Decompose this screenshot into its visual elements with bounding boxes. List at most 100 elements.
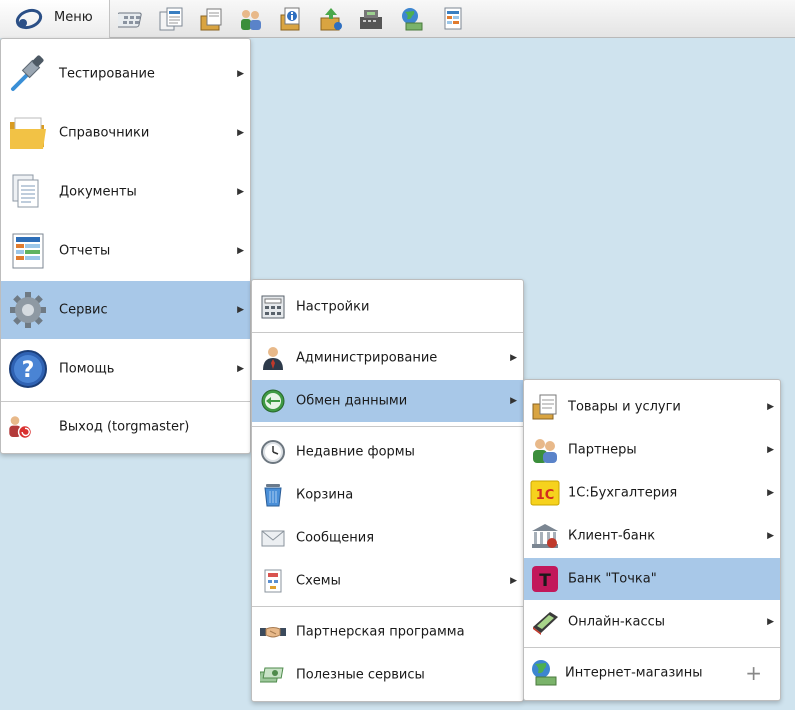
spreadsheet-icon[interactable]	[440, 6, 466, 32]
menu-separator	[252, 332, 523, 333]
data-exchange-submenu: Товары и услуги ▶ Партнеры ▶ 1С 1С:Бухга…	[523, 379, 781, 701]
goods-icon	[532, 394, 557, 420]
dropper-icon	[11, 55, 44, 91]
box-document-icon[interactable]	[198, 6, 224, 32]
submenu-arrow-icon: ▶	[237, 305, 244, 315]
service-item-label: Полезные сервисы	[296, 667, 425, 683]
top-toolbar: Меню	[0, 0, 795, 38]
one-c-icon: 1С	[530, 480, 560, 506]
service-submenu: Настройки Администрирование ▶ Обмен данн…	[251, 279, 524, 702]
main-menu-button[interactable]: Меню	[0, 0, 110, 38]
submenu-arrow-icon: ▶	[767, 531, 774, 541]
logout-user-icon	[9, 416, 33, 440]
submenu-arrow-icon: ▶	[767, 617, 774, 627]
service-item-label: Недавние формы	[296, 444, 415, 460]
main-menu-item-label: Тестирование	[59, 66, 155, 82]
main-menu-item-label: Выход (torgmaster)	[59, 419, 190, 435]
exchange-item-tochka-bank[interactable]: T Банк "Точка"	[524, 558, 780, 600]
tochka-bank-icon-text: T	[539, 571, 551, 591]
exchange-item-partners[interactable]: Партнеры ▶	[524, 429, 780, 471]
main-menu-item-service[interactable]: Сервис ▶	[1, 281, 250, 339]
clock-icon	[261, 440, 285, 464]
main-menu-item-references[interactable]: Справочники ▶	[1, 104, 250, 162]
exchange-item-online-stores[interactable]: Интернет-магазины +	[524, 652, 780, 694]
submenu-arrow-icon: ▶	[237, 128, 244, 138]
service-item-label: Сообщения	[296, 530, 375, 546]
service-item-partner-program[interactable]: Партнерская программа	[252, 611, 523, 653]
exchange-item-label: Партнеры	[568, 442, 637, 458]
exchange-item-label: 1С:Бухгалтерия	[568, 485, 678, 501]
menu-separator	[1, 401, 250, 402]
main-menu-label: Меню	[54, 10, 93, 25]
money-tools-icon	[260, 667, 284, 683]
exchange-item-label: Клиент-банк	[568, 528, 656, 544]
settings-panel-icon	[261, 295, 285, 319]
service-item-messages[interactable]: Сообщения	[252, 517, 523, 559]
exchange-item-label: Онлайн-кассы	[568, 614, 666, 630]
bank-icon	[532, 524, 558, 548]
submenu-arrow-icon: ▶	[237, 187, 244, 197]
submenu-arrow-icon: ▶	[237, 246, 244, 256]
main-menu-item-reports[interactable]: Отчеты ▶	[1, 222, 250, 280]
service-item-useful-services[interactable]: Полезные сервисы	[252, 654, 523, 696]
submenu-arrow-icon: ▶	[510, 396, 517, 406]
globe-money-icon[interactable]	[398, 6, 424, 32]
one-c-icon-text: 1С	[536, 488, 555, 503]
service-item-label: Схемы	[296, 573, 341, 589]
cash-register-icon[interactable]	[358, 6, 384, 32]
help-icon: ?	[9, 350, 47, 388]
folder-icon	[10, 117, 46, 149]
main-menu: Тестирование ▶ Справочники ▶ Документы ▶…	[0, 38, 251, 454]
report-icon	[12, 233, 44, 269]
submenu-arrow-icon: ▶	[767, 445, 774, 455]
submenu-arrow-icon: ▶	[510, 576, 517, 586]
main-menu-item-label: Документы	[59, 184, 137, 200]
service-item-schemas[interactable]: Схемы ▶	[252, 560, 523, 602]
main-menu-item-logout[interactable]: Выход (torgmaster)	[1, 406, 250, 448]
menu-separator	[252, 426, 523, 427]
main-menu-item-documents[interactable]: Документы ▶	[1, 163, 250, 221]
menu-separator	[252, 606, 523, 607]
service-item-label: Обмен данными	[296, 393, 408, 409]
globe-money-icon	[532, 660, 557, 686]
service-item-settings[interactable]: Настройки	[252, 286, 523, 328]
menu-separator	[524, 647, 780, 648]
service-item-label: Администрирование	[296, 350, 438, 366]
exchange-item-1c-accounting[interactable]: 1С 1С:Бухгалтерия ▶	[524, 472, 780, 514]
schema-icon	[264, 569, 282, 593]
submenu-arrow-icon: ▶	[767, 402, 774, 412]
submenu-arrow-icon: ▶	[767, 488, 774, 498]
envelope-icon	[261, 530, 285, 547]
document-info-icon[interactable]	[278, 6, 304, 32]
exchange-item-online-cash[interactable]: Онлайн-кассы ▶	[524, 601, 780, 643]
invoice-icon[interactable]	[158, 6, 184, 32]
box-upload-icon[interactable]	[318, 6, 344, 32]
service-item-label: Партнерская программа	[296, 624, 465, 640]
exchange-item-label: Товары и услуги	[568, 399, 681, 415]
partners-icon[interactable]	[238, 6, 264, 32]
service-item-recent-forms[interactable]: Недавние формы	[252, 431, 523, 473]
main-menu-item-label: Сервис	[59, 302, 108, 318]
exchange-item-client-bank[interactable]: Клиент-банк ▶	[524, 515, 780, 557]
service-item-data-exchange[interactable]: Обмен данными ▶	[252, 380, 523, 422]
service-item-trash[interactable]: Корзина	[252, 474, 523, 516]
submenu-arrow-icon: ▶	[237, 364, 244, 374]
admin-user-icon	[263, 347, 283, 370]
main-menu-item-testing[interactable]: Тестирование ▶	[1, 45, 250, 103]
partners-icon	[533, 439, 557, 463]
service-item-label: Настройки	[296, 299, 370, 315]
submenu-arrow-icon: ▶	[510, 353, 517, 363]
calculator-icon[interactable]	[118, 6, 144, 32]
main-menu-item-label: Помощь	[59, 361, 115, 377]
service-item-label: Корзина	[296, 487, 354, 503]
exchange-item-label: Интернет-магазины	[565, 665, 703, 681]
add-plus-icon[interactable]: +	[745, 663, 762, 683]
submenu-arrow-icon: ▶	[237, 69, 244, 79]
documents-icon	[12, 174, 39, 208]
exchange-item-goods[interactable]: Товары и услуги ▶	[524, 386, 780, 428]
app-logo-icon	[15, 8, 43, 30]
service-item-administration[interactable]: Администрирование ▶	[252, 337, 523, 379]
pos-terminal-icon	[533, 612, 558, 635]
main-menu-item-help[interactable]: ? Помощь ▶	[1, 340, 250, 398]
tochka-bank-icon: T	[532, 566, 558, 592]
